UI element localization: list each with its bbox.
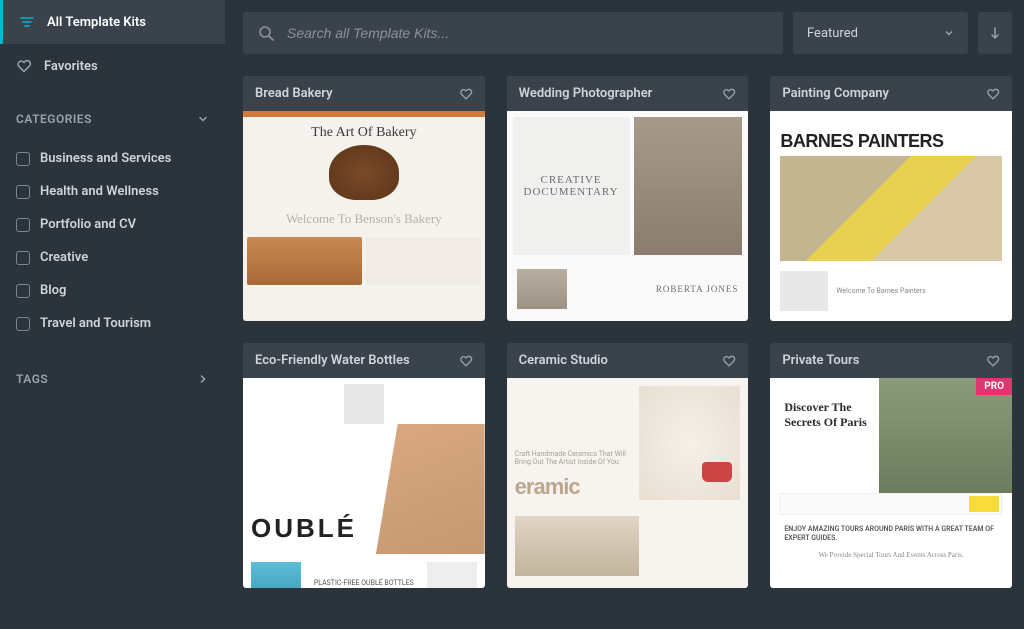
- template-card-ceramic-studio[interactable]: Ceramic Studio Craft Handmade Ceramics T…: [507, 343, 749, 588]
- nav-favorites[interactable]: Favorites: [0, 44, 225, 88]
- chevron-right-icon: [197, 373, 209, 385]
- nav-label: All Template Kits: [47, 15, 146, 30]
- card-thumbnail: Craft Handmade Ceramics That Will Bring …: [507, 378, 749, 588]
- thumb-copy: PLASTIC-FREE OUBLÉ BOTTLES: [307, 579, 421, 587]
- category-label: Health and Wellness: [40, 184, 159, 199]
- template-card-painting-company[interactable]: Painting Company BARNES PAINTERS Welcome…: [770, 76, 1012, 321]
- thumb-logo: eramic: [515, 474, 631, 500]
- category-list: Business and Services Health and Wellnes…: [16, 142, 209, 340]
- category-creative[interactable]: Creative: [16, 241, 209, 274]
- heart-icon: [16, 58, 32, 74]
- topbar: Featured: [243, 12, 1012, 54]
- card-thumbnail: BARNES PAINTERS Welcome To Barnes Painte…: [770, 111, 1012, 321]
- categories-section: CATEGORIES Business and Services Health …: [0, 88, 225, 348]
- category-label: Creative: [40, 250, 88, 265]
- checkbox[interactable]: [16, 218, 30, 232]
- card-thumbnail: OUBLÉ PLASTIC-FREE OUBLÉ BOTTLES: [243, 378, 485, 588]
- favorite-button[interactable]: [722, 87, 736, 101]
- template-card-bread-bakery[interactable]: Bread Bakery The Art Of Bakery Welcome T…: [243, 76, 485, 321]
- search-wrap: [243, 12, 783, 54]
- card-header: Private Tours: [770, 343, 1012, 378]
- checkbox[interactable]: [16, 284, 30, 298]
- card-thumbnail: The Art Of Bakery Welcome To Benson's Ba…: [243, 111, 485, 321]
- thumb-foot: We Provide Special Tours And Events Acro…: [770, 547, 1012, 563]
- thumb-headline: Secrets Of Paris: [784, 415, 879, 430]
- section-title: CATEGORIES: [16, 112, 92, 126]
- thumb-logo: OUBLÉ: [251, 513, 357, 544]
- card-thumbnail: PRO Discover The Secrets Of Paris ENJOY …: [770, 378, 1012, 588]
- category-travel-tourism[interactable]: Travel and Tourism: [16, 307, 209, 340]
- thumb-logo: BARNES PAINTERS: [770, 111, 1012, 156]
- category-business-services[interactable]: Business and Services: [16, 142, 209, 175]
- nav-all-template-kits[interactable]: All Template Kits: [0, 0, 225, 44]
- card-header: Wedding Photographer: [507, 76, 749, 111]
- card-title: Eco-Friendly Water Bottles: [255, 353, 410, 368]
- chevron-down-icon: [944, 28, 954, 38]
- thumb-copy: Craft Handmade Ceramics That Will Bring …: [515, 450, 631, 466]
- favorite-button[interactable]: [986, 87, 1000, 101]
- filter-icon: [19, 14, 35, 30]
- sidebar: All Template Kits Favorites CATEGORIES B…: [0, 0, 225, 629]
- category-label: Business and Services: [40, 151, 171, 166]
- category-blog[interactable]: Blog: [16, 274, 209, 307]
- favorite-button[interactable]: [986, 354, 1000, 368]
- checkbox[interactable]: [16, 251, 30, 265]
- arrow-down-icon: [988, 26, 1002, 40]
- favorite-button[interactable]: [722, 354, 736, 368]
- card-header: Eco-Friendly Water Bottles: [243, 343, 485, 378]
- thumb-copy: ENJOY AMAZING TOURS AROUND PARIS WITH A …: [770, 515, 1012, 547]
- thumb-name: ROBERTA JONES: [573, 284, 739, 294]
- card-title: Painting Company: [782, 86, 889, 101]
- thumb-headline: Discover The: [784, 400, 879, 415]
- thumb-copy: Welcome To Barnes Painters: [836, 287, 925, 295]
- template-card-eco-friendly-water-bottles[interactable]: Eco-Friendly Water Bottles OUBLÉ PLASTIC…: [243, 343, 485, 588]
- thumb-headline: CREATIVE DOCUMENTARY: [517, 174, 626, 198]
- categories-header[interactable]: CATEGORIES: [16, 112, 209, 126]
- search-input[interactable]: [287, 25, 769, 41]
- card-title: Private Tours: [782, 353, 859, 368]
- template-card-wedding-photographer[interactable]: Wedding Photographer CREATIVE DOCUMENTAR…: [507, 76, 749, 321]
- sort-direction-button[interactable]: [978, 12, 1012, 54]
- favorite-button[interactable]: [459, 354, 473, 368]
- tags-header[interactable]: TAGS: [16, 372, 209, 386]
- template-grid: Bread Bakery The Art Of Bakery Welcome T…: [243, 76, 1012, 608]
- card-title: Bread Bakery: [255, 86, 333, 101]
- thumb-hero-text: The Art Of Bakery: [243, 125, 485, 141]
- category-label: Portfolio and CV: [40, 217, 136, 232]
- card-header: Bread Bakery: [243, 76, 485, 111]
- main: Featured Bread Bakery The Art Of Ba: [225, 0, 1024, 629]
- checkbox[interactable]: [16, 152, 30, 166]
- category-health-wellness[interactable]: Health and Wellness: [16, 175, 209, 208]
- sidebar-nav: All Template Kits Favorites: [0, 0, 225, 88]
- thumb-welcome-text: Welcome To Benson's Bakery: [243, 205, 485, 233]
- card-header: Painting Company: [770, 76, 1012, 111]
- template-card-private-tours[interactable]: Private Tours PRO Discover The Secrets O…: [770, 343, 1012, 588]
- sort-select[interactable]: Featured: [793, 12, 968, 54]
- card-title: Ceramic Studio: [519, 353, 608, 368]
- category-label: Blog: [40, 283, 66, 298]
- card-title: Wedding Photographer: [519, 86, 653, 101]
- card-thumbnail: CREATIVE DOCUMENTARY ROBERTA JONES: [507, 111, 749, 321]
- favorite-button[interactable]: [459, 87, 473, 101]
- chevron-down-icon: [197, 113, 209, 125]
- card-header: Ceramic Studio: [507, 343, 749, 378]
- sort-value: Featured: [807, 26, 858, 41]
- checkbox[interactable]: [16, 185, 30, 199]
- search-icon: [257, 24, 275, 42]
- pro-badge: PRO: [976, 378, 1012, 395]
- category-label: Travel and Tourism: [40, 316, 151, 331]
- category-portfolio-cv[interactable]: Portfolio and CV: [16, 208, 209, 241]
- section-title: TAGS: [16, 372, 48, 386]
- nav-label: Favorites: [44, 59, 98, 74]
- checkbox[interactable]: [16, 317, 30, 331]
- tags-section: TAGS: [0, 348, 225, 394]
